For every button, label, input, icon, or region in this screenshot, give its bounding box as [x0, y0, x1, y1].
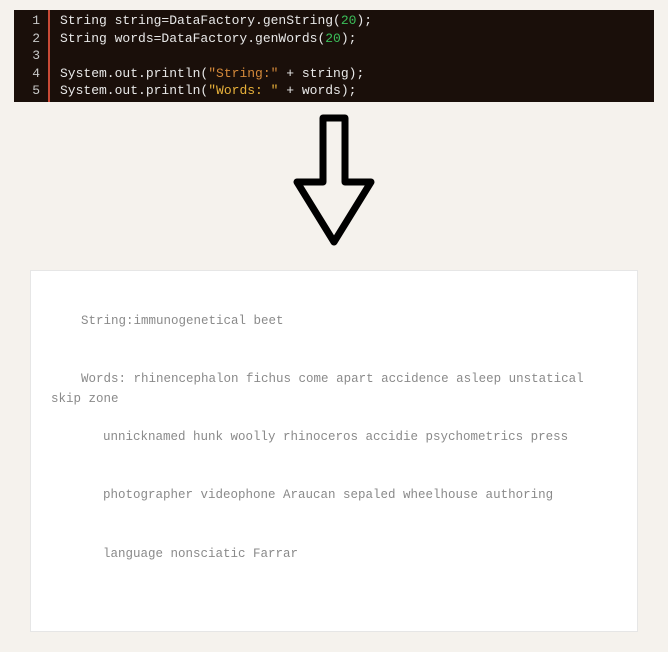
output-words-line-3: language nonsciatic Farrar — [51, 545, 617, 564]
line-number: 5 — [26, 82, 40, 100]
line-number: 4 — [26, 65, 40, 83]
code-area: String string=DataFactory.genString(20);… — [50, 10, 380, 102]
code-line: String string=DataFactory.genString(20); — [60, 12, 372, 30]
code-token: "Words: " — [208, 83, 278, 98]
output-string-value: immunogenetical beet — [134, 314, 284, 328]
code-token: String words=DataFactory.genWords( — [60, 31, 325, 46]
output-line-string: String:immunogenetical beet — [51, 293, 617, 351]
code-token: + words); — [278, 83, 356, 98]
code-line: System.out.println("Words: " + words); — [60, 82, 372, 100]
line-number: 1 — [26, 12, 40, 30]
code-token: System.out.println( — [60, 66, 208, 81]
code-token: 20 — [325, 31, 341, 46]
code-token: + string); — [278, 66, 364, 81]
code-token: System.out.println( — [60, 83, 208, 98]
line-number: 3 — [26, 47, 40, 65]
output-words-label: Words: — [81, 372, 134, 386]
output-block: String:immunogenetical beet Words: rhine… — [30, 270, 638, 632]
code-token: String string=DataFactory.genString( — [60, 13, 341, 28]
output-words-line-1: unnicknamed hunk woolly rhinoceros accid… — [51, 428, 617, 447]
code-line: String words=DataFactory.genWords(20); — [60, 30, 372, 48]
output-string-label: String: — [81, 314, 134, 328]
code-token: ); — [341, 31, 357, 46]
code-line — [60, 47, 372, 65]
code-token: 20 — [341, 13, 357, 28]
code-token: ); — [356, 13, 372, 28]
code-token: "String:" — [208, 66, 278, 81]
code-line: System.out.println("String:" + string); — [60, 65, 372, 83]
line-number: 2 — [26, 30, 40, 48]
output-line-words: Words: rhinencephalon fichus come apart … — [51, 351, 617, 603]
line-number-gutter: 12345 — [14, 10, 50, 102]
code-block: 12345 String string=DataFactory.genStrin… — [14, 10, 654, 102]
arrow-down-icon — [0, 102, 668, 260]
output-words-line-2: photographer videophone Araucan sepaled … — [51, 486, 617, 505]
